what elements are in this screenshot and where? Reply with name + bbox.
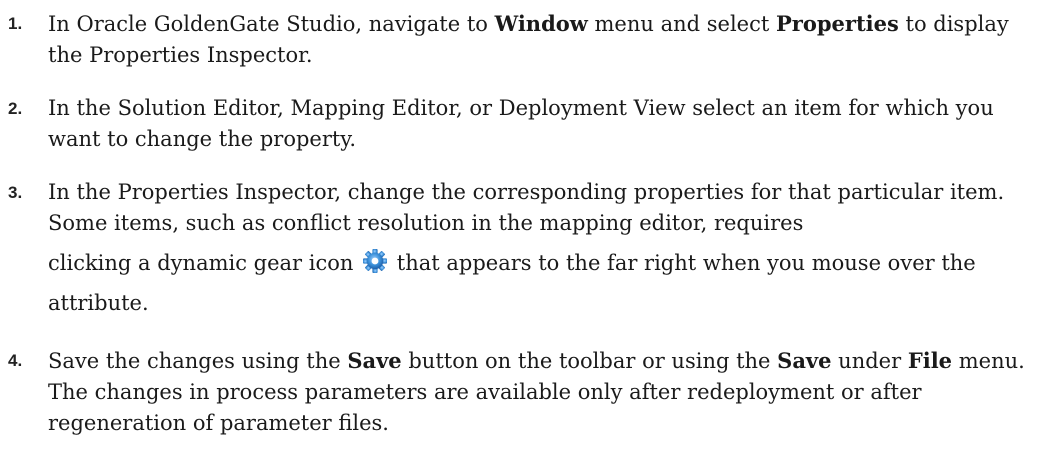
menu-name-file: File [907,348,953,373]
instruction-document: 1. In Oracle GoldenGate Studio, navigate… [8,0,1038,461]
step-text: In the Solution Editor, Mapping Editor, … [48,96,994,151]
menu-item-properties: Properties [775,11,899,36]
step-number: 1. [8,14,23,33]
step-text-part: menu and select [587,12,776,36]
step-number: 2. [8,99,23,118]
step-text: Save the changes using the Save button o… [48,345,1038,439]
step-1: 1. In Oracle GoldenGate Studio, navigate… [8,8,1038,71]
step-text: In the Properties Inspector, change the … [48,177,1038,323]
button-name-save: Save [347,348,402,373]
gear-icon [362,247,388,273]
step-text-part: In the Properties Inspector, change the … [48,180,1005,235]
step-2: 2. In the Solution Editor, Mapping Edito… [8,93,1038,155]
step-number: 3. [8,183,23,202]
step-text-part: button on the toolbar or using the [401,349,778,373]
step-text-part: Save the changes using the [48,349,348,373]
menu-item-save: Save [777,348,832,373]
step-text-line: clicking a dynamic gear icon that appear… [48,243,1038,323]
step-text-part: under [831,349,908,373]
step-number: 4. [8,351,23,370]
step-text: In Oracle GoldenGate Studio, navigate to… [48,8,1038,71]
step-3: 3. In the Properties Inspector, change t… [8,177,1038,323]
step-text-part: clicking a dynamic gear icon [48,251,354,275]
menu-name-window: Window [494,11,588,36]
step-text-part: In Oracle GoldenGate Studio, navigate to [48,12,495,36]
step-4: 4. Save the changes using the Save butto… [8,345,1038,439]
